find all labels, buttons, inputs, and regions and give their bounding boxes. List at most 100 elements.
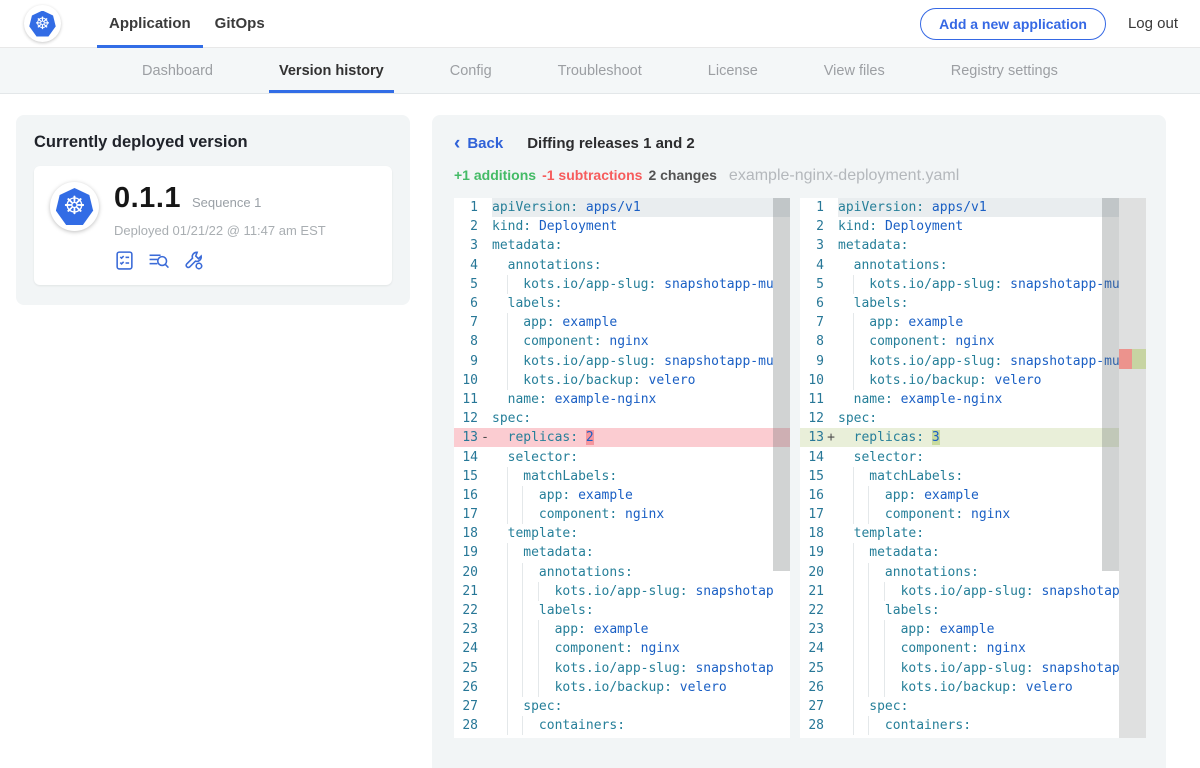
diff-line: 8component: nginx xyxy=(800,332,1119,351)
subnav-tab-troubleshoot[interactable]: Troubleshoot xyxy=(554,48,646,93)
diff-line: 1apiVersion: apps/v1 xyxy=(454,198,790,217)
diff-line: 18template: xyxy=(800,524,1119,543)
diff-line: 10kots.io/backup: velero xyxy=(800,371,1119,390)
diff-overview-ruler[interactable] xyxy=(1119,198,1146,738)
diff-pane-original[interactable]: 1apiVersion: apps/v12kind: Deployment3me… xyxy=(454,198,790,738)
tab-application[interactable]: Application xyxy=(97,0,203,48)
diff-line: 1apiVersion: apps/v1 xyxy=(800,198,1119,217)
diff-line: 24component: nginx xyxy=(800,639,1119,658)
app-subnav: Dashboard Version history Config Trouble… xyxy=(0,48,1200,94)
diff-line: 4annotations: xyxy=(454,256,790,275)
diff-line: 28containers: xyxy=(454,716,790,735)
code-rows: 1apiVersion: apps/v12kind: Deployment3me… xyxy=(800,198,1119,735)
diff-line: 16app: example xyxy=(454,486,790,505)
diff-line: 27spec: xyxy=(800,697,1119,716)
subnav-tab-registry-settings[interactable]: Registry settings xyxy=(947,48,1062,93)
back-button[interactable]: ‹ Back xyxy=(454,135,503,152)
diff-line: 13+replicas: 3 xyxy=(800,428,1119,447)
diff-line: 27spec: xyxy=(454,697,790,716)
deployed-panel-title: Currently deployed version xyxy=(34,133,392,152)
diff-line: 2kind: Deployment xyxy=(454,217,790,236)
diff-line: 25kots.io/app-slug: snapshotap xyxy=(800,659,1119,678)
top-navbar: ☸ Application GitOps Add a new applicati… xyxy=(0,0,1200,48)
diff-line: 6labels: xyxy=(454,294,790,313)
tab-gitops[interactable]: GitOps xyxy=(203,0,277,48)
diff-line: 23app: example xyxy=(800,620,1119,639)
diff-line: 13-replicas: 2 xyxy=(454,428,790,447)
diff-line: 10kots.io/backup: velero xyxy=(454,371,790,390)
ruler-deletion-marker xyxy=(1119,349,1132,369)
diff-line: 25kots.io/app-slug: snapshotap xyxy=(454,659,790,678)
diff-line: 3metadata: xyxy=(454,236,790,255)
diff-line: 23app: example xyxy=(454,620,790,639)
diff-line: 16app: example xyxy=(800,486,1119,505)
diff-line: 22labels: xyxy=(800,601,1119,620)
diff-line: 20annotations: xyxy=(454,563,790,582)
kubernetes-helm-icon: ☸ xyxy=(29,11,56,37)
diff-line: 20annotations: xyxy=(800,563,1119,582)
diff-line: 15matchLabels: xyxy=(454,467,790,486)
kubernetes-logo: ☸ xyxy=(24,5,61,42)
subnav-tab-license[interactable]: License xyxy=(704,48,762,93)
version-actions xyxy=(114,250,326,271)
kubernetes-helm-icon: ☸ xyxy=(56,188,94,225)
diff-line: 11name: example-nginx xyxy=(800,390,1119,409)
navbar-right: Add a new application Log out xyxy=(920,8,1184,40)
diff-line: 5kots.io/app-slug: snapshotapp-mu xyxy=(800,275,1119,294)
diff-line: 14selector: xyxy=(454,447,790,466)
diff-line: 8component: nginx xyxy=(454,332,790,351)
version-sequence: Sequence 1 xyxy=(192,195,261,210)
diff-line: 9kots.io/app-slug: snapshotapp-mu xyxy=(454,352,790,371)
diff-line: 17component: nginx xyxy=(800,505,1119,524)
diff-line: 7app: example xyxy=(454,313,790,332)
diff-filename: example-nginx-deployment.yaml xyxy=(729,167,959,185)
ruler-addition-marker xyxy=(1132,349,1146,369)
subnav-tab-view-files[interactable]: View files xyxy=(820,48,889,93)
diff-line: 21kots.io/app-slug: snapshotap xyxy=(454,582,790,601)
diff-line: 11name: example-nginx xyxy=(454,390,790,409)
diff-line: 26kots.io/backup: velero xyxy=(454,678,790,697)
diff-line: 28containers: xyxy=(800,716,1119,735)
diff-line: 5kots.io/app-slug: snapshotapp-mu xyxy=(454,275,790,294)
changes-count: 2 changes xyxy=(648,167,716,183)
diff-line: 15matchLabels: xyxy=(800,467,1119,486)
config-wrench-icon[interactable] xyxy=(183,250,205,271)
subnav-tab-dashboard[interactable]: Dashboard xyxy=(138,48,217,93)
deploy-logs-icon[interactable] xyxy=(148,250,170,271)
diff-line: 19metadata: xyxy=(800,543,1119,562)
scrollbar-thumb[interactable] xyxy=(773,198,790,571)
diff-line: 24component: nginx xyxy=(454,639,790,658)
diff-line: 12spec: xyxy=(800,409,1119,428)
diff-line: 7app: example xyxy=(800,313,1119,332)
preflight-checklist-icon[interactable] xyxy=(114,250,135,271)
code-rows: 1apiVersion: apps/v12kind: Deployment3me… xyxy=(454,198,790,735)
diff-line: 6labels: xyxy=(800,294,1119,313)
diff-line: 21kots.io/app-slug: snapshotap xyxy=(800,582,1119,601)
diff-panel: ‹ Back Diffing releases 1 and 2 +1 addit… xyxy=(432,115,1166,768)
diff-stats: +1 additions -1 subtractions 2 changes e… xyxy=(454,167,1146,185)
add-application-button[interactable]: Add a new application xyxy=(920,8,1106,40)
deployed-timestamp: Deployed 01/21/22 @ 11:47 am EST xyxy=(114,223,326,238)
diff-title: Diffing releases 1 and 2 xyxy=(527,135,695,152)
subnav-tab-config[interactable]: Config xyxy=(446,48,496,93)
diff-line: 4annotations: xyxy=(800,256,1119,275)
back-chevron-icon: ‹ xyxy=(454,137,460,151)
diff-line: 17component: nginx xyxy=(454,505,790,524)
diff-pane-modified[interactable]: 1apiVersion: apps/v12kind: Deployment3me… xyxy=(800,198,1146,738)
diff-line: 3metadata: xyxy=(800,236,1119,255)
additions-count: +1 additions xyxy=(454,167,536,183)
subnav-tab-version-history[interactable]: Version history xyxy=(275,48,388,93)
version-number: 0.1.1 xyxy=(114,182,181,215)
app-kubernetes-logo: ☸ xyxy=(50,182,99,231)
top-tabs: Application GitOps xyxy=(97,0,277,48)
diff-line: 9kots.io/app-slug: snapshotapp-mu xyxy=(800,352,1119,371)
scrollbar-thumb[interactable] xyxy=(1102,198,1119,571)
diff-line: 2kind: Deployment xyxy=(800,217,1119,236)
diff-line: 12spec: xyxy=(454,409,790,428)
diff-line: 26kots.io/backup: velero xyxy=(800,678,1119,697)
deployed-version-card: ☸ 0.1.1 Sequence 1 Deployed 01/21/22 @ 1… xyxy=(34,166,392,285)
diff-line: 22labels: xyxy=(454,601,790,620)
diff-line: 19metadata: xyxy=(454,543,790,562)
logout-link[interactable]: Log out xyxy=(1128,15,1184,32)
subtractions-count: -1 subtractions xyxy=(542,167,642,183)
